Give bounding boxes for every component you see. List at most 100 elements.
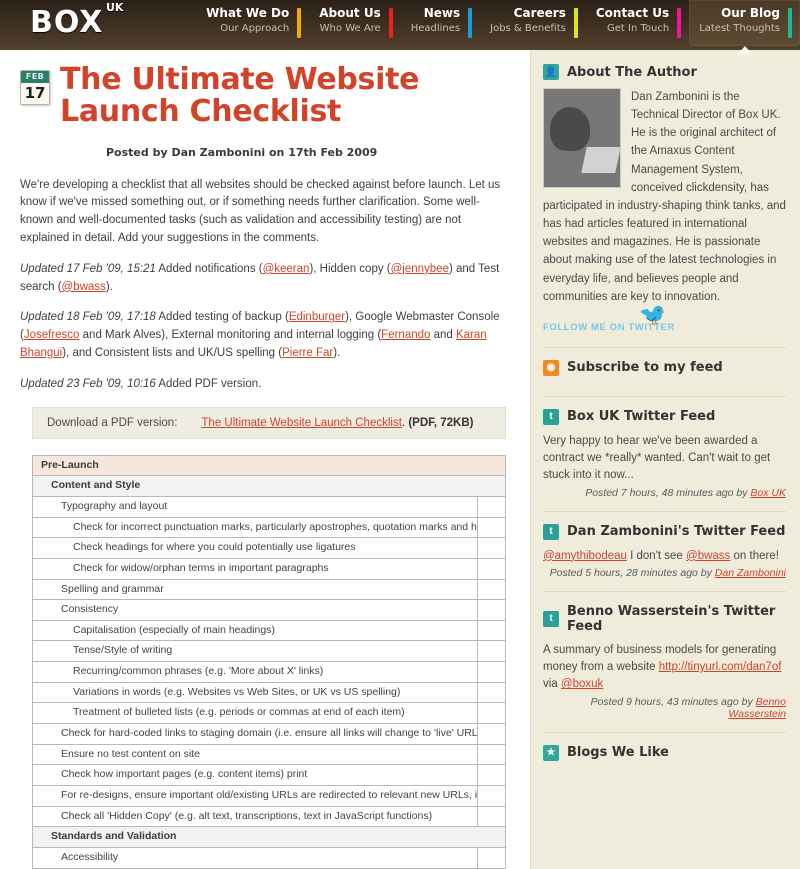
sidebar-blogs-we-like[interactable]: ★ Blogs We Like: [543, 744, 786, 781]
checklist-row[interactable]: Check all 'Hidden Copy' (e.g. alt text, …: [33, 806, 505, 828]
inline-link[interactable]: Edinburger: [289, 311, 345, 323]
checklist-row[interactable]: Consistency: [33, 600, 505, 621]
sidebar: 👤 About The Author Dan Zambonini is the …: [530, 50, 800, 869]
sidebar-subscribe[interactable]: ◉ Subscribe to my feed: [543, 359, 786, 397]
checklist-row[interactable]: Variations in words (e.g. Websites vs We…: [33, 682, 505, 704]
nav-item-text: Contact Us Get In Touch: [596, 6, 677, 36]
checklist-row[interactable]: Accessibility: [33, 847, 505, 869]
checklist-item-label: Check for widow/orphan terms in importan…: [73, 561, 329, 574]
checklist-row[interactable]: Capitalisation (especially of main headi…: [33, 620, 505, 642]
checklist-item-checkbox[interactable]: [477, 682, 505, 703]
twitter-feed-author-link[interactable]: Dan Zambonini: [715, 567, 786, 579]
inline-link[interactable]: Fernando: [381, 329, 430, 341]
checklist-row[interactable]: Treatment of bulleted lists (e.g. period…: [33, 703, 505, 725]
inline-text: ).: [105, 280, 113, 293]
checklist-item-checkbox[interactable]: [477, 785, 505, 806]
inline-link[interactable]: @jennybee: [391, 263, 449, 275]
nav-item-label: Contact Us: [595, 6, 670, 20]
checklist-row[interactable]: Check for widow/orphan terms in importan…: [33, 558, 505, 580]
checklist-item-checkbox[interactable]: [477, 806, 505, 827]
inline-link[interactable]: @boxuk: [561, 678, 603, 690]
inline-link[interactable]: http://tinyurl.com/dan7of: [659, 661, 782, 673]
checklist-item-label: Recurring/common phrases (e.g. 'More abo…: [73, 665, 324, 678]
pdf-label: Download a PDF version:: [47, 416, 178, 429]
checklist-item-checkbox[interactable]: [477, 724, 505, 744]
twitter-feed-title: Benno Wasserstein's Twitter Feed: [567, 603, 776, 634]
sidebar-about-author: 👤 About The Author Dan Zambonini is the …: [543, 64, 786, 348]
site-header: BOX UK What We Do Our Approach About Us Who …: [0, 0, 800, 55]
twitter-feed-body: Very happy to hear we've been awarded a …: [543, 433, 786, 485]
checklist-row[interactable]: Typography and layout: [33, 497, 505, 518]
checklist-item-label: Pre-Launch: [41, 458, 99, 471]
checklist-row[interactable]: For re-designs, ensure important old/exi…: [33, 785, 505, 807]
post-update: Updated 18 Feb '09, 17:18 Added testing …: [20, 309, 506, 362]
checklist-row[interactable]: Tense/Style of writing: [33, 641, 505, 663]
inline-link[interactable]: @bwass: [62, 281, 106, 293]
twitter-feed-header: t Benno Wasserstein's Twitter Feed: [543, 604, 786, 634]
nav-item-color-bar: [573, 8, 578, 38]
checklist-row[interactable]: Standards and Validation: [33, 827, 505, 848]
checklist-item-checkbox[interactable]: [477, 517, 505, 538]
checklist-item-checkbox[interactable]: [477, 744, 505, 765]
checklist-row[interactable]: Spelling and grammar: [33, 579, 505, 601]
checklist-item-label: Standards and Validation: [51, 830, 177, 843]
checklist-row[interactable]: Check for hard-coded links to staging do…: [33, 724, 505, 745]
checklist-item-checkbox[interactable]: [477, 620, 505, 641]
nav-item-our-blog[interactable]: Our Blog Latest Thoughts: [689, 0, 800, 55]
subscribe-title: Subscribe to my feed: [567, 360, 723, 376]
checklist-item-checkbox[interactable]: [477, 579, 505, 600]
checklist-item-label: Check for incorrect punctuation marks, p…: [73, 520, 477, 533]
checklist-item-checkbox[interactable]: [477, 558, 505, 579]
nav-item-sublabel: Get In Touch: [607, 23, 670, 34]
checklist-item-checkbox[interactable]: [477, 538, 505, 558]
inline-text: and: [430, 329, 456, 342]
checklist-item-checkbox[interactable]: [477, 662, 505, 682]
nav-item-label: Careers: [513, 6, 566, 20]
nav-item-sublabel: Jobs & Benefits: [490, 23, 566, 34]
inline-link[interactable]: @keeran: [263, 263, 310, 275]
post-update-label: Updated 18 Feb '09, 17:18: [20, 311, 156, 324]
sidebar-twitter-feed: t Box UK Twitter Feed Very happy to hear w…: [543, 408, 786, 512]
twitter-feed-header: t Dan Zambonini's Twitter Feed: [543, 523, 786, 540]
checklist-item-checkbox[interactable]: [477, 641, 505, 662]
inline-link[interactable]: Pierre Far: [282, 347, 333, 359]
inline-link[interactable]: @amythibodeau: [543, 550, 627, 562]
twitter-feed-author-link[interactable]: Box UK: [750, 487, 786, 499]
checklist-row[interactable]: Recurring/common phrases (e.g. 'More abo…: [33, 662, 505, 683]
inline-link[interactable]: @bwass: [686, 550, 730, 562]
nav-item-contact-us[interactable]: Contact Us Get In Touch: [586, 0, 689, 46]
checklist-item-checkbox[interactable]: [477, 497, 505, 517]
checklist-item-label: Check how important pages (e.g. content …: [61, 768, 308, 781]
inline-text: Added testing of backup (: [155, 311, 289, 324]
checklist-row[interactable]: Check for incorrect punctuation marks, p…: [33, 517, 505, 539]
checklist-row[interactable]: Ensure no test content on site: [33, 744, 505, 766]
inline-text: Very happy to hear we've been awarded a …: [543, 434, 771, 482]
pdf-suffix: .: [401, 416, 406, 429]
nav-item-careers[interactable]: Careers Jobs & Benefits: [480, 0, 586, 46]
post-updates: Updated 17 Feb '09, 15:21 Added notifica…: [20, 261, 506, 394]
twitter-icon: t: [543, 523, 559, 540]
checklist-row[interactable]: Check how important pages (e.g. content …: [33, 765, 505, 786]
checklist-item-checkbox[interactable]: [477, 765, 505, 785]
nav-item-news[interactable]: News Headlines: [401, 0, 480, 46]
about-author-body: Dan Zambonini is the Technical Director …: [543, 88, 786, 335]
post-update: Updated 17 Feb '09, 15:21 Added notifica…: [20, 261, 506, 297]
nav-item-what-we-do[interactable]: What We Do Our Approach: [196, 0, 309, 46]
inline-link[interactable]: Josefresco: [24, 329, 80, 341]
checklist-item-checkbox[interactable]: [477, 600, 505, 620]
main-navigation: What We Do Our Approach About Us Who We Are…: [196, 0, 800, 55]
nav-item-about-us[interactable]: About Us Who We Are: [309, 0, 400, 46]
checklist-row[interactable]: Pre-Launch: [33, 455, 505, 477]
pdf-download-link[interactable]: The Ultimate Website Launch Checklist: [201, 417, 402, 429]
checklist-item-label: Tense/Style of writing: [73, 644, 173, 657]
site-logo[interactable]: BOX UK: [30, 2, 123, 38]
checklist-row[interactable]: Check headings for where you could poten…: [33, 538, 505, 559]
twitter-bird-icon: 🐦: [638, 301, 666, 327]
checklist-item-checkbox[interactable]: [477, 847, 505, 868]
inline-text: and Mark Alves), External monitoring and…: [79, 329, 382, 342]
checklist-row[interactable]: Content and Style: [33, 476, 505, 497]
inline-text: ), Hidden copy (: [309, 262, 391, 275]
nav-item-label: About Us: [319, 6, 381, 20]
checklist-item-checkbox[interactable]: [477, 703, 505, 724]
follow-me-on-twitter[interactable]: 🐦 FOLLOW ME ON TWITTER: [543, 302, 786, 335]
